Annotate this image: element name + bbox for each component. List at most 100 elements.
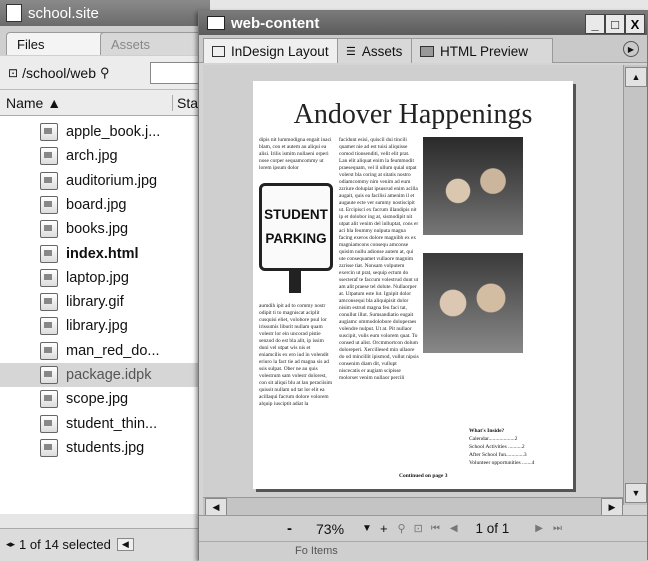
zoom-in-button[interactable]: + [380, 521, 388, 536]
layout-canvas: Andover Happenings dipis nit lummodigna … [203, 65, 623, 497]
name-column-header[interactable]: Name ▲ [0, 95, 172, 111]
zoom-dropdown-icon[interactable]: ▼ [362, 523, 372, 534]
file-name: board.jpg [66, 196, 127, 213]
file-row[interactable]: auditorium.jpg [0, 169, 210, 193]
path-text: /school/web [22, 64, 96, 81]
parking-sign-board: STUDENT PARKING [259, 183, 333, 271]
preview-icon [420, 45, 434, 57]
file-icon [40, 317, 58, 336]
file-icon [40, 268, 58, 287]
footer-label: Fo Items [295, 545, 338, 557]
vertical-scrollbar[interactable]: ▲ ▼ [623, 65, 647, 505]
next-page-icon[interactable]: ▶ [535, 523, 543, 534]
folder-icon [207, 16, 225, 30]
first-page-icon[interactable]: ⏮ [431, 523, 440, 534]
file-icon [40, 438, 58, 457]
maximize-button[interactable]: □ [605, 14, 625, 34]
sign-line-2: PARKING [265, 231, 327, 246]
file-list: apple_book.j... arch.jpg auditorium.jpg boa… [0, 116, 210, 514]
scroll-down-button[interactable]: ▼ [625, 483, 647, 503]
web-title: web-content [231, 14, 320, 32]
zoom-level[interactable]: 73% [316, 521, 344, 537]
file-name: books.jpg [66, 221, 129, 238]
file-name: index.html [66, 245, 139, 262]
text-column-left-bottom: aumdih ipit ad to commy nostr odipit ti … [259, 303, 333, 407]
scroll-up-button[interactable]: ▲ [625, 67, 647, 87]
site-titlebar[interactable]: school.site [0, 0, 210, 26]
file-row[interactable]: library.jpg [0, 314, 210, 338]
file-row[interactable]: apple_book.j... [0, 120, 210, 144]
file-row[interactable]: arch.jpg [0, 144, 210, 168]
assets-icon: ☰ [346, 45, 356, 58]
zoom-tool-icon[interactable]: ⚲ [398, 522, 406, 535]
file-row[interactable]: library.gif [0, 290, 210, 314]
file-name: scope.jpg [66, 391, 129, 408]
layout-icon [212, 45, 225, 57]
file-icon [40, 195, 58, 214]
web-titlebar[interactable]: web-content _ □ X [199, 11, 647, 35]
file-name: students.jpg [66, 439, 145, 456]
file-icon [40, 341, 58, 360]
tab-indesign-layout[interactable]: InDesign Layout [203, 38, 355, 63]
minimize-button[interactable]: _ [585, 14, 605, 34]
file-name: apple_book.j... [66, 124, 161, 140]
text-column-middle: facidunt esisi, quiscil dui tincili quam… [339, 137, 419, 381]
whats-inside-item: Calendar...................2 [469, 436, 518, 442]
fit-page-icon[interactable]: ⊡ [414, 522, 423, 535]
tab-html-preview[interactable]: HTML Preview [411, 38, 553, 63]
file-row[interactable]: package.idpk✓ [0, 363, 210, 387]
horizontal-scrollbar[interactable]: ◀ ▶ [203, 497, 623, 516]
last-page-icon[interactable]: ⏭ [553, 523, 562, 534]
document-title: Andover Happenings [293, 99, 533, 130]
file-row[interactable]: laptop.jpg [0, 266, 210, 290]
scroll-right-button[interactable]: ▶ [601, 498, 623, 516]
file-row[interactable]: students.jpg [0, 436, 210, 460]
file-name: auditorium.jpg [66, 172, 158, 189]
zoom-out-button[interactable]: - [287, 520, 292, 537]
file-row[interactable]: scope.jpg [0, 387, 210, 411]
search-icon[interactable]: ⚲ [100, 65, 110, 81]
file-name: library.jpg [66, 318, 128, 335]
site-statusbar: ◂▸ 1 of 14 selected ◀ [0, 528, 210, 560]
folder-icon[interactable]: ⊡ [8, 66, 18, 80]
file-row[interactable]: student_thin... [0, 412, 210, 436]
file-icon [40, 123, 58, 141]
file-name: arch.jpg [66, 148, 118, 165]
zoom-statusbar: - 73% ▼ + ⚲ ⊡ ⏮ ◀ 1 of 1 ▶ ⏭ [199, 515, 647, 541]
file-row[interactable]: books.jpg [0, 217, 210, 241]
parking-sign-photo: STUDENT PARKING [259, 183, 333, 293]
file-row[interactable]: man_red_do... [0, 339, 210, 363]
whats-inside-box: What's Inside? Calendar.................… [469, 427, 569, 487]
continued-note: Continued on page 3 [399, 473, 448, 479]
text-column-left-top: dipis nit lummodigna engait inaci blam, … [259, 137, 332, 171]
document-page: Andover Happenings dipis nit lummodigna … [253, 81, 573, 489]
file-list-header: Name ▲ Stat [0, 90, 210, 116]
whats-inside-item: School Activities ..........2 [469, 444, 525, 450]
file-name: library.gif [66, 294, 124, 311]
students-photo-1 [423, 137, 523, 235]
scroll-left-button[interactable]: ◀ [205, 498, 227, 516]
file-icon [40, 147, 58, 166]
site-file-icon [6, 4, 22, 22]
web-content-window: web-content _ □ X InDesign Layout ☰ Asse… [198, 10, 648, 561]
file-row[interactable]: index.html✓ [0, 242, 210, 266]
file-icon [40, 244, 58, 263]
whats-inside-heading: What's Inside? [469, 428, 505, 434]
scroll-arrows-icon[interactable]: ◂▸ [6, 539, 15, 550]
page-info: 1 of 1 [475, 521, 510, 536]
file-row[interactable]: board.jpg [0, 193, 210, 217]
site-tab-strip: Files Assets [0, 26, 222, 56]
file-icon [40, 414, 58, 433]
options-icon[interactable]: ▶ [623, 41, 639, 57]
file-name: man_red_do... [66, 342, 160, 359]
scroll-left-button[interactable]: ◀ [116, 538, 134, 551]
sign-line-1: STUDENT [264, 207, 328, 222]
prev-page-icon[interactable]: ◀ [450, 523, 458, 534]
close-button[interactable]: X [625, 14, 645, 34]
file-name: package.idpk [66, 367, 152, 383]
selection-status: 1 of 14 selected [19, 537, 111, 552]
web-tab-strip: InDesign Layout ☰ Assets HTML Preview ▶ [199, 35, 647, 63]
whats-inside-item: After School fun.............3 [469, 452, 527, 458]
students-photo-2 [423, 253, 523, 353]
file-icon [40, 366, 58, 384]
